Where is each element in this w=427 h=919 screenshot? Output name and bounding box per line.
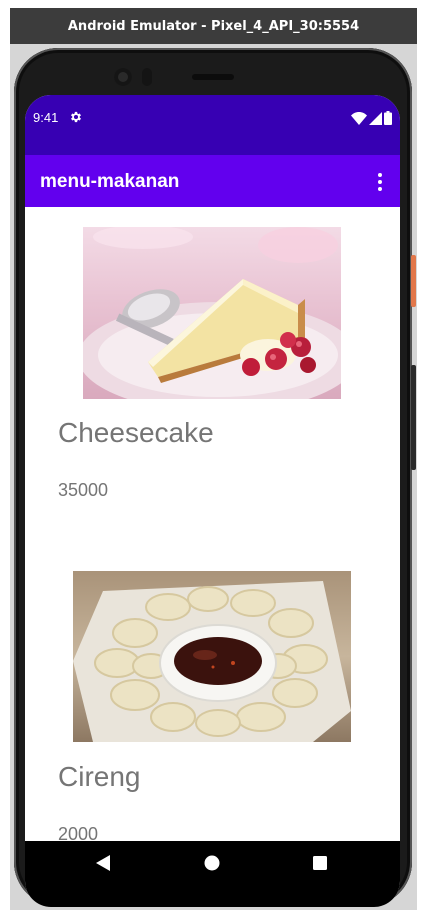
menu-list[interactable]: Cheesecake 35000 Cireng 2000 bbox=[25, 207, 400, 841]
proximity-sensor bbox=[142, 68, 152, 86]
settings-icon bbox=[71, 111, 81, 123]
app-title: menu-makanan bbox=[40, 171, 180, 192]
emulator-title-bar: Android Emulator - Pixel_4_API_30:5554 bbox=[10, 8, 417, 44]
list-item[interactable]: Cheesecake 35000 bbox=[25, 207, 400, 537]
volume-button[interactable] bbox=[411, 365, 416, 470]
food-price: 2000 bbox=[58, 824, 99, 841]
cheesecake-photo bbox=[83, 227, 341, 399]
back-icon bbox=[96, 855, 110, 871]
app-bar: menu-makanan bbox=[25, 155, 400, 207]
back-button[interactable] bbox=[73, 841, 133, 885]
status-time: 9:41 bbox=[33, 110, 59, 125]
status-icons bbox=[351, 111, 392, 125]
food-name: Cireng bbox=[58, 761, 141, 792]
list-item[interactable]: Cireng 2000 bbox=[25, 551, 400, 841]
cireng-photo bbox=[73, 571, 351, 742]
more-vert-icon[interactable] bbox=[372, 171, 388, 193]
wifi-icon bbox=[351, 111, 367, 125]
emulator-title: Android Emulator - Pixel_4_API_30:5554 bbox=[67, 18, 360, 34]
device-screen: 9:41 menu-makanan Cheesecake 35000 Ciren… bbox=[25, 95, 400, 907]
signal-icon bbox=[369, 111, 382, 125]
status-bar: 9:41 bbox=[25, 95, 400, 155]
home-icon bbox=[204, 855, 220, 871]
front-camera bbox=[114, 68, 132, 86]
food-price: 35000 bbox=[58, 480, 109, 500]
recents-button[interactable] bbox=[290, 841, 350, 885]
navigation-bar bbox=[25, 841, 400, 907]
power-button[interactable] bbox=[411, 255, 416, 307]
home-button[interactable] bbox=[182, 841, 242, 885]
food-name: Cheesecake bbox=[58, 417, 214, 448]
recents-icon bbox=[313, 856, 327, 870]
earpiece-speaker bbox=[192, 74, 234, 80]
battery-icon bbox=[384, 111, 392, 125]
